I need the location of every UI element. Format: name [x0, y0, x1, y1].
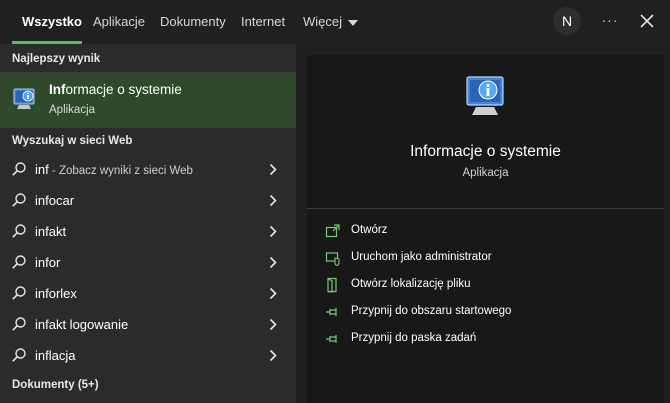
web-result-item[interactable]: inflacja: [0, 340, 296, 371]
results-panel: Najlepszy wynik Informacje o systemie Ap…: [0, 44, 296, 403]
chevron-right-icon[interactable]: [268, 256, 278, 269]
action-open[interactable]: Otwórz: [325, 221, 655, 243]
chevron-right-icon[interactable]: [268, 349, 278, 362]
web-search-heading: Wyszukaj w sieci Web: [12, 135, 133, 147]
web-result-item[interactable]: inf - Zobacz wyniki z sieci Web: [0, 154, 296, 185]
pin-icon: [326, 308, 337, 316]
action-open-label: Otwórz: [351, 224, 388, 236]
web-result-label: infakt: [35, 224, 67, 239]
best-match-heading: Najlepszy wynik: [12, 53, 101, 65]
search-icon: [12, 348, 26, 362]
folder-icon: [327, 277, 337, 293]
web-result-item[interactable]: infakt: [0, 216, 296, 247]
app-title: Informacje o systemie: [410, 143, 561, 160]
web-result-label: inforlex: [35, 286, 77, 301]
action-pin-to-start[interactable]: Przypnij do obszaru startowego: [325, 302, 655, 324]
action-open-file-location-label: Otwórz lokalizację pliku: [351, 278, 471, 290]
chevron-right-icon[interactable]: [268, 194, 278, 207]
best-match-title: Informacje o systemie: [49, 82, 182, 97]
best-match-subtitle: Aplikacja: [49, 104, 96, 116]
documents-heading: Dokumenty (5+): [12, 379, 99, 391]
pin-icon: [326, 335, 337, 343]
action-open-file-location[interactable]: Otwórz lokalizację pliku: [325, 275, 655, 297]
open-icon: [325, 224, 340, 238]
web-result-item[interactable]: infor: [0, 247, 296, 278]
chevron-right-icon[interactable]: [268, 318, 278, 331]
action-run-as-admin-label: Uruchom jako administrator: [351, 251, 492, 263]
tab-documents[interactable]: Dokumenty: [160, 14, 226, 29]
top-bar: Wszystko Aplikacje Dokumenty Internet Wi…: [0, 0, 670, 44]
search-icon: [12, 162, 26, 176]
search-icon: [12, 317, 26, 331]
best-match-item[interactable]: Informacje o systemie Aplikacja: [0, 72, 296, 128]
web-result-label: inflacja: [35, 348, 76, 363]
action-pin-to-start-label: Przypnij do obszaru startowego: [351, 305, 512, 317]
app-subtitle: Aplikacja: [462, 167, 509, 179]
web-result-label: infocar: [35, 193, 75, 208]
tab-all[interactable]: Wszystko: [22, 14, 82, 29]
search-icon: [12, 224, 26, 238]
web-result-item[interactable]: infocar: [0, 185, 296, 216]
web-result-label: inf - Zobacz wyniki z sieci Web: [35, 162, 193, 177]
chevron-right-icon[interactable]: [268, 225, 278, 238]
web-result-item[interactable]: infakt logowanie: [0, 309, 296, 340]
web-result-item[interactable]: inforlex: [0, 278, 296, 309]
chevron-down-icon: [348, 19, 359, 26]
chevron-right-icon[interactable]: [268, 163, 278, 176]
action-pin-to-taskbar-label: Przypnij do paska zadań: [351, 332, 477, 344]
web-result-label: infor: [35, 255, 61, 270]
tab-internet[interactable]: Internet: [241, 14, 285, 29]
action-pin-to-taskbar[interactable]: Przypnij do paska zadań: [325, 329, 655, 351]
close-icon[interactable]: [638, 12, 656, 30]
tab-more-label: Więcej: [303, 14, 343, 29]
shield-icon: [325, 252, 340, 266]
search-icon: [12, 286, 26, 300]
divider: [307, 208, 664, 209]
action-run-as-admin[interactable]: Uruchom jako administrator: [325, 248, 655, 270]
avatar[interactable]: N: [553, 7, 581, 35]
tab-apps[interactable]: Aplikacje: [93, 14, 145, 29]
chevron-right-icon[interactable]: [268, 287, 278, 300]
more-options-button[interactable]: ···: [600, 12, 620, 30]
system-information-icon: [466, 76, 504, 115]
preview-panel: Informacje o systemie Aplikacja Otwórz U…: [307, 55, 664, 403]
search-icon: [12, 255, 26, 269]
web-result-label: infakt logowanie: [35, 317, 129, 332]
tab-more[interactable]: Więcej: [303, 14, 359, 29]
system-information-icon: [13, 88, 35, 109]
search-icon: [12, 193, 26, 207]
